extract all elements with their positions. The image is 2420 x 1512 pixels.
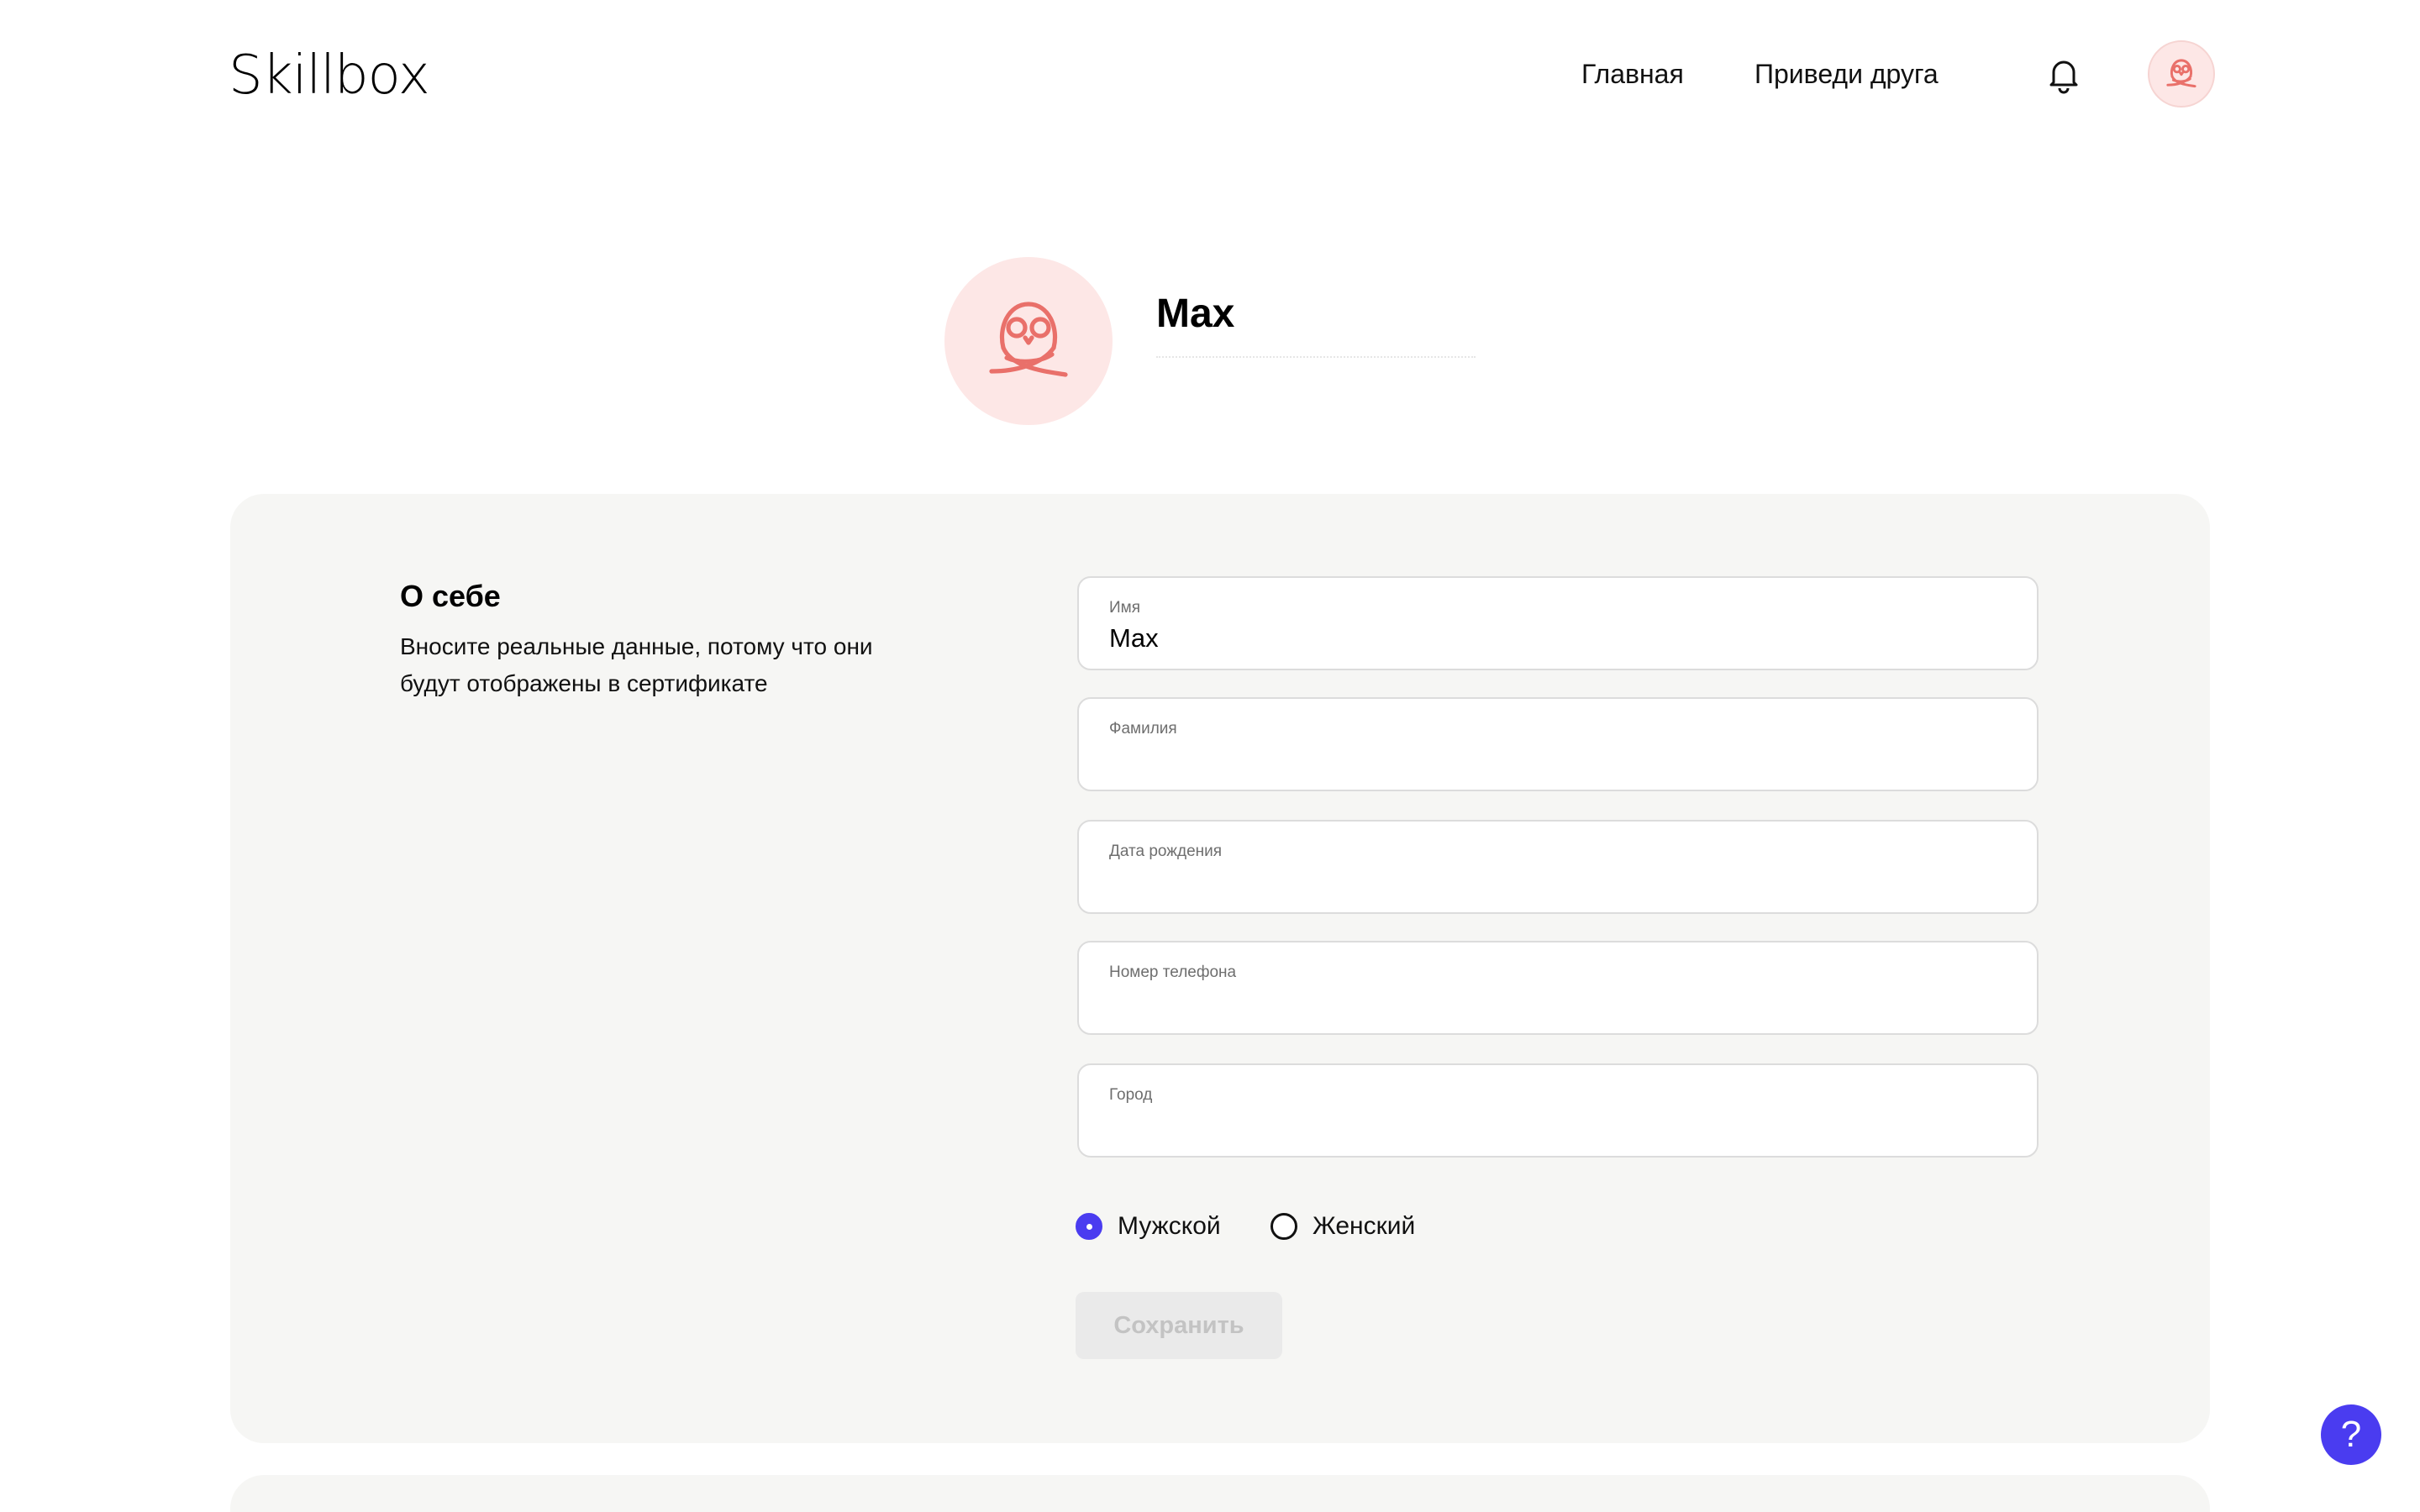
nav-refer-friend-link[interactable]: Приведи друга [1754,55,1939,92]
owl-avatar-icon [989,302,1068,377]
birth-date-field[interactable]: Дата рождения [1077,820,2039,914]
radio-label: Женский [1313,1212,1416,1240]
field-label: Номер телефона [1109,963,1237,981]
phone-field[interactable]: Номер телефона [1077,941,2039,1035]
field-label: Имя [1109,599,1141,617]
question-mark-icon: ? [2340,1414,2362,1455]
gender-radio-female[interactable]: Женский [1270,1210,1415,1243]
help-button[interactable]: ? [2321,1404,2381,1465]
last-name-field[interactable]: Фамилия [1077,697,2039,791]
skillbox-logo[interactable]: Skillbox [229,40,430,111]
field-value[interactable]: Max [1109,622,1159,655]
radio-checked-icon[interactable] [1076,1213,1102,1240]
gender-radio-male[interactable]: Мужской [1076,1210,1221,1243]
field-label: Дата рождения [1109,843,1223,860]
field-label: Фамилия [1109,720,1177,738]
profile-subtitle-placeholder [1156,356,1476,365]
radio-unchecked-icon[interactable] [1270,1213,1297,1240]
city-field[interactable]: Город [1077,1063,2039,1158]
save-button[interactable]: Сохранить [1076,1292,1282,1359]
first-name-field[interactable]: Имя Max [1077,576,2039,670]
section-description: Вносите реальные данные, потому что они … [400,633,873,696]
section-title: О себе [400,579,501,613]
top-header: Skillbox Главная Приведи друга [0,0,2420,151]
field-label: Город [1109,1086,1153,1104]
profile-name: Max [1156,291,1235,336]
profile-avatar[interactable] [944,257,1113,425]
next-card [230,1475,2210,1512]
owl-avatar-icon [2166,59,2196,88]
bell-icon[interactable] [2042,52,2086,96]
radio-label: Мужской [1118,1212,1221,1240]
nav-home-link[interactable]: Главная [1581,55,1684,92]
user-avatar-button[interactable] [2148,40,2215,108]
